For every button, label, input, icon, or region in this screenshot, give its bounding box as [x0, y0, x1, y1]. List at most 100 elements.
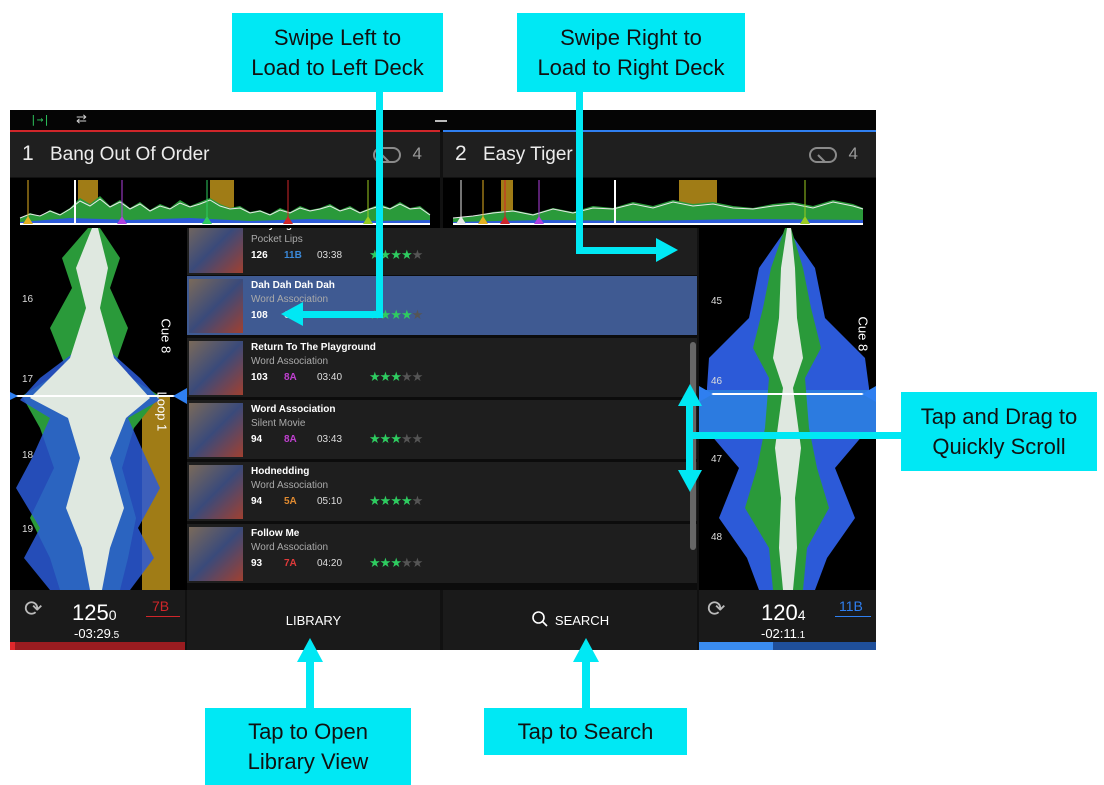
play-mode-icon[interactable]: |→|	[30, 113, 50, 126]
swipe-right-arrow-stem	[576, 92, 583, 254]
star-icon: ★	[411, 247, 424, 262]
star-icon: ★	[411, 307, 424, 322]
star-icon: ★	[379, 493, 392, 508]
star-icon: ★	[411, 431, 424, 446]
album-art	[189, 527, 243, 581]
device-screen: |→| ⇄ 1 Bang Out Of Order 4 2 Easy Tiger…	[10, 110, 876, 650]
track-time: 03:43	[317, 434, 343, 445]
deck2-time: -02:11.1	[761, 626, 805, 641]
deck1-track-title: Bang Out Of Order	[50, 144, 210, 165]
star-icon: ★	[390, 555, 402, 570]
library-button-label: LIBRARY	[285, 612, 342, 628]
deck1-time-decimal: .5	[110, 630, 120, 641]
track-title: Easy Tiger	[251, 228, 301, 231]
swipe-left-arrowhead	[281, 302, 303, 326]
track-time: 05:10	[317, 496, 343, 507]
deck2-header[interactable]: 2 Easy Tiger 4	[443, 132, 876, 177]
deck2-track-title: Easy Tiger	[483, 144, 573, 165]
album-art	[189, 403, 243, 457]
library-arrowhead	[297, 638, 323, 662]
deck2-number: 2	[455, 142, 467, 165]
callout-tap-drag-line2: Quickly Scroll	[932, 433, 1066, 459]
track-row[interactable]: Follow Me Word Association 93 7A 04:20 ★★★★★	[187, 524, 697, 583]
star-icon: ★	[400, 369, 413, 384]
star-icon: ★	[411, 555, 424, 570]
deck2-overview-waveform[interactable]	[443, 178, 876, 228]
star-icon: ★	[400, 493, 413, 508]
star-icon: ★	[400, 555, 413, 570]
track-row[interactable]: Word Association Silent Movie 94 8A 03:43 ★★★…	[187, 400, 697, 459]
track-artist: Word Association	[251, 480, 329, 491]
deck2-beat-marker-2: 46	[711, 376, 723, 387]
search-button[interactable]: SEARCH	[443, 590, 697, 650]
deck1-progress-fill	[10, 642, 16, 650]
star-icon: ★	[411, 369, 424, 384]
deck1-time: -03:29.5	[74, 626, 119, 641]
swipe-left-arrow-shaft	[300, 311, 383, 318]
star-icon: ★	[400, 431, 413, 446]
scroll-callout-connector	[693, 432, 901, 439]
track-bpm: 94	[251, 434, 263, 445]
star-icon: ★	[379, 431, 392, 446]
star-icon: ★	[369, 555, 381, 570]
callout-tap-drag-line1: Tap and Drag to	[920, 403, 1078, 429]
deck2-scrolling-waveform[interactable]: 45 46 47 48 Cue 8	[699, 228, 876, 590]
track-rating[interactable]: ★★★★★	[369, 431, 424, 447]
deck1-time-main: -03:29	[74, 626, 111, 641]
track-rating[interactable]: ★★★★★	[369, 369, 424, 385]
deck1-bpm-main: 125	[72, 600, 109, 625]
search-arrowhead	[573, 638, 599, 662]
callout-swipe-left-line2: Load to Left Deck	[251, 54, 424, 80]
track-key: 8A	[284, 434, 297, 445]
track-title: Hodnedding	[251, 466, 310, 477]
track-key: 8A	[284, 372, 297, 383]
track-title: Return To The Playground	[251, 342, 376, 353]
deck1-loop-count: 4	[412, 144, 422, 163]
track-row[interactable]: Return To The Playground Word Association…	[187, 338, 697, 397]
deck2-cue-label: Cue 8	[855, 316, 871, 352]
deck2-bpm-panel[interactable]: ⟳ 1204 -02:11.1 11B	[699, 590, 876, 650]
star-icon: ★	[369, 493, 381, 508]
track-key: 7A	[284, 558, 297, 569]
track-row[interactable]: Dah Dah Dah DahWord Association1086A03:3…	[187, 276, 697, 335]
repeat-icon[interactable]: ⇄	[76, 111, 87, 127]
callout-open-library: Tap to Open Library View	[205, 708, 411, 785]
deck1-scrolling-waveform[interactable]: 16 17 18 19 Cue 8 Loop 1	[10, 228, 187, 590]
loop-icon[interactable]	[808, 145, 838, 170]
track-rating[interactable]: ★★★★★	[369, 493, 423, 509]
sync-icon[interactable]: ⟳	[707, 596, 725, 622]
track-bpm: 93	[251, 558, 263, 569]
top-status-bar: |→| ⇄	[10, 110, 876, 132]
callout-search-text: Tap to Search	[517, 718, 654, 744]
deck2-key-underline	[835, 616, 871, 617]
track-artist: Word Association	[251, 542, 329, 553]
track-rating[interactable]: ★★★★★	[369, 555, 424, 571]
callout-search: Tap to Search	[484, 708, 687, 755]
deck1-loop-label: Loop 1	[154, 391, 170, 432]
star-icon: ★	[379, 555, 392, 570]
deck2-key: 11B	[839, 598, 863, 614]
search-arrow-shaft	[582, 660, 590, 708]
deck2-bpm: 1204	[761, 600, 806, 626]
callout-swipe-left: Swipe Left to Load to Left Deck	[232, 13, 443, 92]
track-time: 04:20	[317, 558, 343, 569]
deck1-bpm-panel[interactable]: ⟳ 1250 -03:29.5 7B	[10, 590, 185, 650]
track-list[interactable]: Easy TigerPocket Lips12611B03:38★★★★★Dah…	[187, 228, 697, 590]
deck2-progress-track	[699, 642, 876, 650]
track-row[interactable]: Hodnedding Word Association 94 5A 05:10 ★★★★★	[187, 462, 697, 521]
search-icon	[531, 610, 549, 631]
star-icon: ★	[390, 247, 402, 262]
star-icon: ★	[390, 431, 402, 446]
deck2-bpm-main: 120	[761, 600, 798, 625]
library-arrow-shaft	[306, 660, 314, 708]
album-art	[189, 279, 243, 333]
deck1-number: 1	[22, 142, 34, 165]
sync-icon[interactable]: ⟳	[24, 596, 42, 622]
deck2-time-main: -02:11	[761, 626, 797, 641]
deck1-beat-marker-2: 17	[22, 374, 34, 385]
deck2-loop-count: 4	[848, 144, 858, 163]
swipe-left-arrow-stem	[376, 92, 383, 318]
scroll-arrowhead-up	[678, 384, 702, 406]
track-title: Dah Dah Dah Dah	[251, 280, 335, 291]
swipe-right-arrow-shaft	[576, 247, 656, 254]
